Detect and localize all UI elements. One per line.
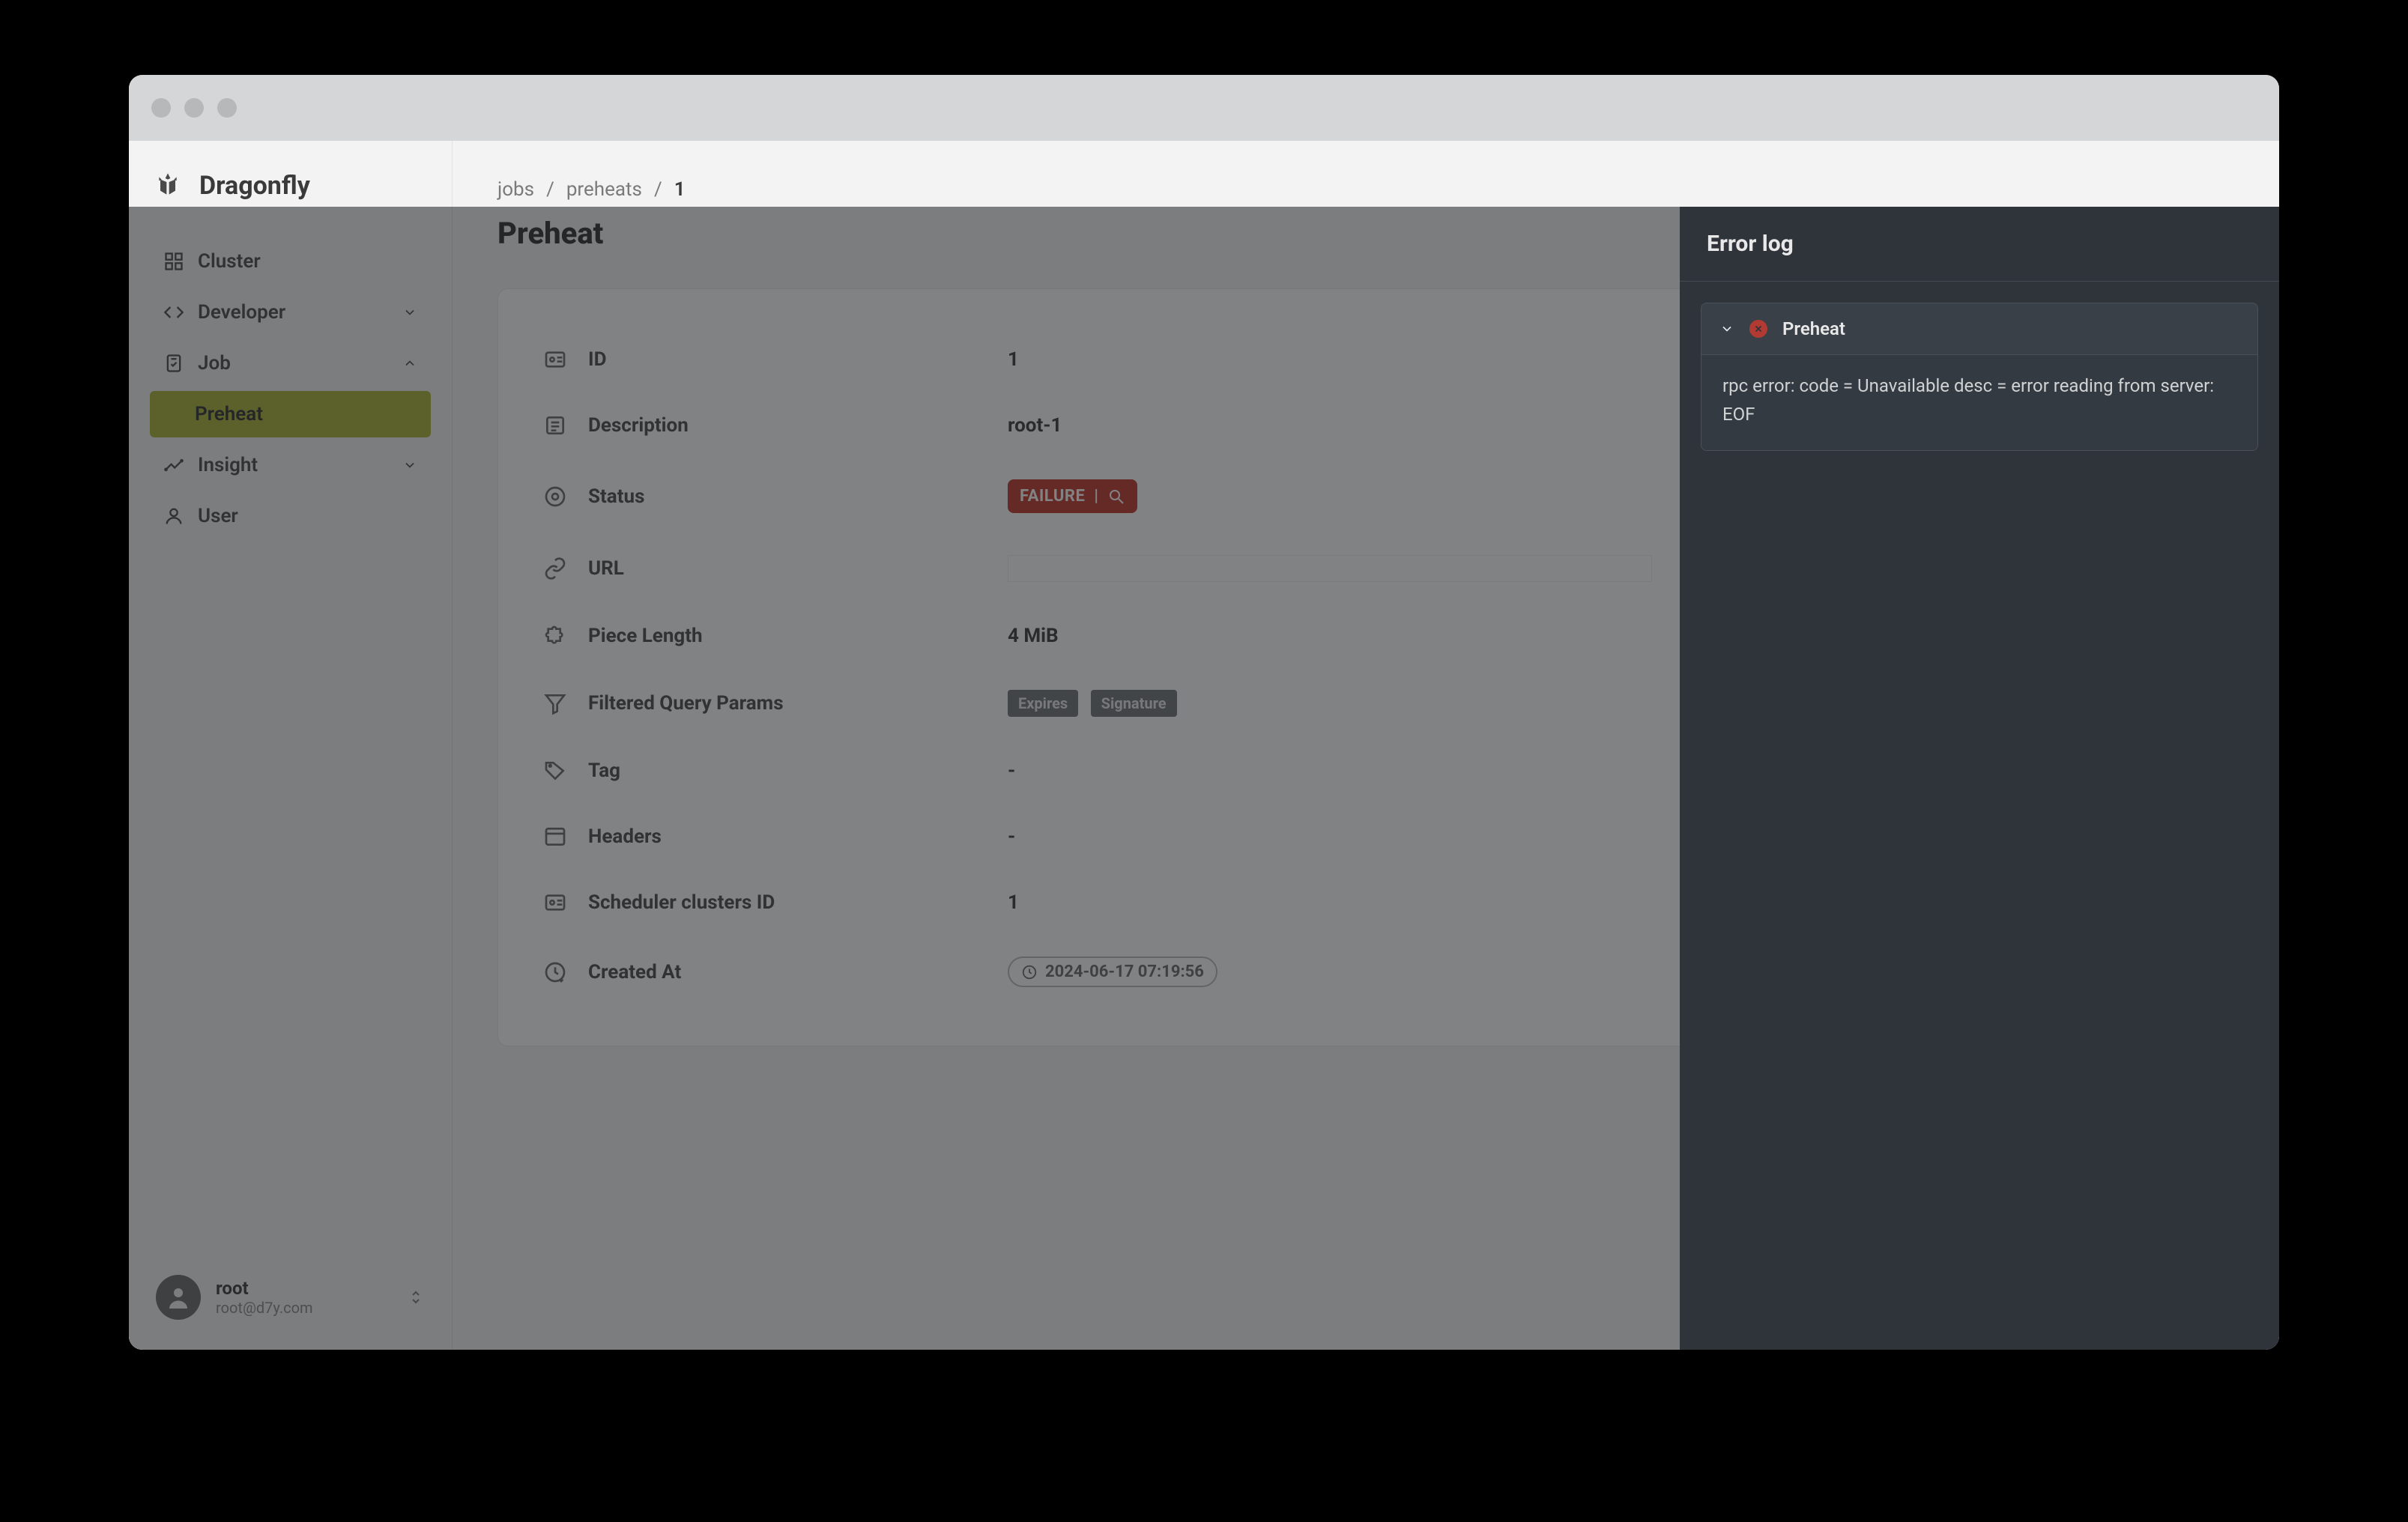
brand-title: Dragonfly [199,171,310,201]
code-icon [163,302,184,323]
log-item-title: Preheat [1782,318,1845,339]
row-label: Description [588,414,1008,437]
status-icon [543,485,567,509]
row-label: Tag [588,760,1008,782]
chevron-down-icon [402,458,417,473]
row-label: Scheduler clusters ID [588,891,1008,914]
row-label: Created At [588,961,1008,983]
sidebar: Dragonfly Cluster Developer Job [129,141,453,1350]
sidebar-item-developer[interactable]: Developer [150,289,431,336]
sort-icon [407,1288,425,1306]
panel-title: Error log [1680,207,2279,282]
chevron-down-icon [402,305,417,320]
created-at-text: 2024-06-17 07:19:56 [1045,962,1204,981]
log-item-body: rpc error: code = Unavailable desc = err… [1701,354,2257,450]
avatar [156,1275,201,1320]
window-maximize-dot[interactable] [217,98,237,118]
url-redacted [1008,555,1652,582]
row-label: Piece Length [588,625,1008,647]
sidebar-item-insight[interactable]: Insight [150,442,431,488]
filter-chip: Signature [1091,690,1177,717]
sidebar-footer[interactable]: root root@d7y.com [150,1267,431,1327]
row-value: - [1008,760,1015,782]
brand: Dragonfly [150,171,431,201]
sidebar-item-label: Developer [198,301,389,324]
chart-icon [163,455,184,476]
panel-body: Preheat rpc error: code = Unavailable de… [1680,282,2279,472]
window-close-dot[interactable] [151,98,171,118]
chevron-down-icon [1719,321,1734,336]
row-value: 1 [1008,348,1019,371]
clock-plus-icon [543,960,567,984]
row-label: ID [588,348,1008,371]
sidebar-item-preheat[interactable]: Preheat [150,391,431,437]
created-at-pill: 2024-06-17 07:19:56 [1008,956,1217,987]
row-value: Expires Signature [1008,690,1185,717]
person-icon [165,1284,192,1311]
breadcrumb-preheats[interactable]: preheats [566,178,642,201]
clipboard-icon [163,353,184,374]
app-body: Dragonfly Cluster Developer Job [129,141,2279,1350]
tag-icon [543,759,567,783]
error-log-panel: Error log Preheat rpc error: code = Unav… [1680,207,2279,1350]
filter-chip: Expires [1008,690,1078,717]
sidebar-item-user[interactable]: User [150,493,431,539]
row-value: root-1 [1008,414,1062,437]
breadcrumb: jobs / preheats / 1 [497,178,2234,201]
sidebar-item-job[interactable]: Job [150,340,431,386]
cluster-icon [163,251,184,272]
sidebar-item-cluster[interactable]: Cluster [150,238,431,285]
user-email: root@d7y.com [216,1299,392,1317]
status-text: FAILURE [1020,487,1085,506]
row-value: FAILURE | [1008,479,1137,513]
breadcrumb-jobs[interactable]: jobs [497,178,534,201]
user-icon [163,506,184,527]
breadcrumb-current: 1 [674,178,686,201]
nav: Cluster Developer Job Preheat Ins [150,238,431,539]
row-label: Status [588,485,1008,508]
dragonfly-logo-icon [153,171,183,201]
user-name: root [216,1278,392,1299]
window-titlebar [129,75,2279,141]
log-item-header[interactable]: Preheat [1701,303,2257,354]
user-meta: root root@d7y.com [216,1278,392,1317]
id-icon [543,891,567,915]
filter-icon [543,691,567,715]
row-value: 1 [1008,891,1019,914]
row-label: Filtered Query Params [588,692,1008,715]
row-value: 2024-06-17 07:19:56 [1008,956,1217,987]
sidebar-item-label: Insight [198,454,389,476]
row-label: URL [588,557,1008,580]
clock-icon [1021,964,1038,980]
description-icon [543,413,567,437]
magnifier-icon [1107,488,1125,506]
app-window: Dragonfly Cluster Developer Job [129,75,2279,1350]
sidebar-item-label: Cluster [198,250,417,273]
puzzle-icon [543,624,567,648]
sidebar-item-label: Preheat [195,403,417,425]
link-icon [543,557,567,580]
id-icon [543,348,567,372]
window-minimize-dot[interactable] [184,98,204,118]
log-item: Preheat rpc error: code = Unavailable de… [1701,303,2258,451]
row-value: - [1008,825,1015,848]
row-label: Headers [588,825,1008,848]
row-value: 4 MiB [1008,625,1059,647]
sidebar-item-label: User [198,505,417,527]
status-badge[interactable]: FAILURE | [1008,479,1137,513]
headers-icon [543,825,567,849]
sidebar-item-label: Job [198,352,389,375]
error-dot-icon [1749,320,1767,338]
chevron-up-icon [402,356,417,371]
